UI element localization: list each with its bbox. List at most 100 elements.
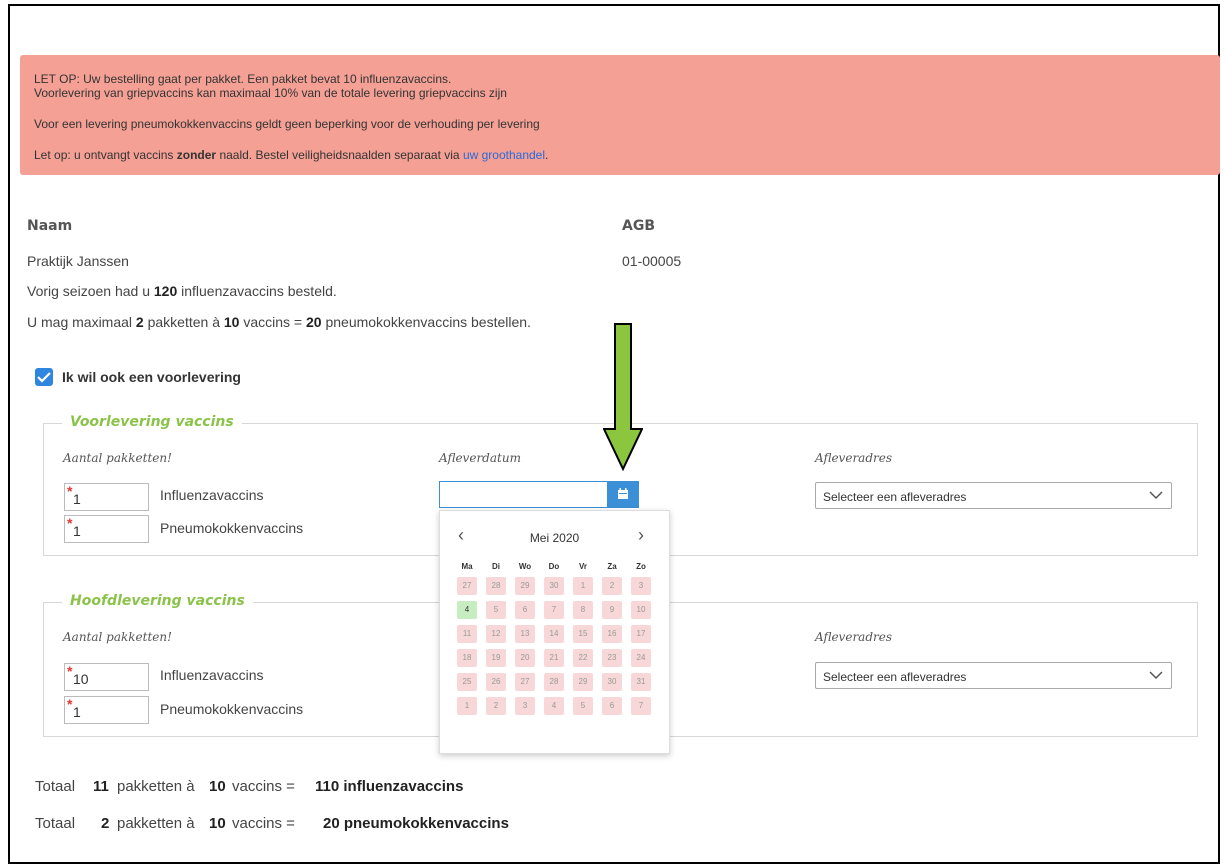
alert-bold-zonder: zonder — [176, 148, 217, 162]
calendar-day-disabled: 3 — [515, 697, 535, 715]
total-influenza-mid: pakketten à — [117, 778, 195, 795]
prev-post: influenzavaccins besteld. — [177, 283, 337, 299]
calendar-day-disabled: 23 — [602, 649, 622, 667]
calendar-day-disabled: 28 — [486, 577, 506, 595]
alert-line-4-text: Let op: u ontvangt vaccins — [34, 148, 177, 162]
alert-line-1: LET OP: Uw bestelling gaat per pakket. E… — [34, 72, 452, 86]
total-pneumo-eq: vaccins = — [232, 815, 295, 832]
calendar-day-disabled: 19 — [486, 649, 506, 667]
afleverdatum-input[interactable] — [439, 481, 639, 508]
weekday-header: Do — [548, 562, 560, 571]
total-pneumo-result-value: 20 pneumokokkenvaccins — [323, 815, 509, 832]
calendar-day-available[interactable]: 4 — [457, 601, 477, 619]
voorlevering-influenza-qty-input[interactable]: * 1 — [64, 483, 149, 511]
voorlevering-checkbox-label[interactable]: Ik wil ook een voorlevering — [62, 369, 241, 385]
previous-season-text: Vorig seizoen had u 120 influenzavaccins… — [27, 283, 337, 299]
alert-line-2: Voorlevering van griepvaccins kan maxima… — [34, 86, 507, 100]
required-asterisk-icon: * — [67, 696, 73, 712]
weekday-header: Vr — [578, 562, 587, 571]
hoofdlevering-influenza-label: Influenzavaccins — [160, 667, 264, 683]
calendar-day-disabled: 2 — [486, 697, 506, 715]
voorlevering-pneumo-label: Pneumokokkenvaccins — [160, 520, 304, 536]
calendar-day-disabled: 12 — [486, 625, 506, 643]
alert-line-4-end: . — [545, 148, 549, 162]
calendar-day-disabled: 14 — [544, 625, 564, 643]
calendar-button[interactable] — [607, 482, 638, 507]
next-month-button[interactable]: › — [638, 525, 644, 546]
hoofdlevering-adres-header: Afleveradres — [815, 630, 893, 644]
calendar-day-disabled: 6 — [515, 601, 535, 619]
calendar-day-disabled: 10 — [631, 601, 651, 619]
voorlevering-checkbox[interactable] — [35, 368, 53, 386]
calendar-day-disabled: 28 — [544, 673, 564, 691]
total-influenza-per-value: 10 — [209, 778, 226, 795]
max-mid2: vaccins = — [239, 314, 306, 330]
voorlevering-legend: Voorlevering vaccins — [62, 414, 242, 430]
calendar-day-disabled: 31 — [631, 673, 651, 691]
alert-line-4-mid: naald. Bestel veiligheidsnaalden separaa… — [216, 148, 463, 162]
calendar-day-disabled: 9 — [602, 601, 622, 619]
max-num3: 20 — [306, 314, 322, 330]
calendar-day-disabled: 30 — [544, 577, 564, 595]
max-num1: 2 — [135, 314, 144, 330]
calendar-day-disabled: 21 — [544, 649, 564, 667]
calendar-day-disabled: 8 — [573, 601, 593, 619]
hoofdlevering-influenza-qty-value: 10 — [73, 671, 89, 687]
calendar-day-disabled: 27 — [515, 673, 535, 691]
total-pneumo-per: 10 — [209, 815, 226, 832]
alert-line-4: Let op: u ontvangt vaccins zonder naald.… — [34, 148, 548, 162]
calendar-day-disabled: 7 — [544, 601, 564, 619]
required-asterisk-icon: * — [67, 483, 73, 499]
calendar-day-disabled: 26 — [486, 673, 506, 691]
calendar-day-disabled: 11 — [457, 625, 477, 643]
chevron-down-icon — [1149, 491, 1163, 500]
max-mid1: pakketten à — [143, 314, 224, 330]
naam-value: Praktijk Janssen — [27, 253, 129, 269]
calendar-icon — [618, 488, 628, 499]
calendar-day-disabled: 13 — [515, 625, 535, 643]
check-icon — [37, 372, 51, 383]
voorlevering-influenza-qty-value: 1 — [73, 491, 81, 507]
calendar-day-disabled: 4 — [544, 697, 564, 715]
total-pneumo-num-value: 2 — [101, 815, 110, 832]
voorlevering-adres-header: Afleveradres — [815, 451, 893, 465]
required-asterisk-icon: * — [67, 663, 73, 679]
total-influenza-result-value: 110 influenzavaccins — [315, 778, 464, 795]
hoofdlevering-aantal-header: Aantal pakketten! — [63, 630, 172, 644]
green-arrow-down-icon — [603, 323, 643, 471]
hoofdlevering-adres-select[interactable]: Selecteer een afleveradres — [815, 662, 1172, 689]
total-pneumo-num: 2 — [101, 815, 109, 832]
calendar-day-disabled: 15 — [573, 625, 593, 643]
total-influenza-num-value: 11 — [93, 778, 109, 795]
weekday-header: Za — [607, 562, 617, 571]
calendar-day-disabled: 20 — [515, 649, 535, 667]
hoofdlevering-pneumo-qty-input[interactable]: * 1 — [64, 696, 149, 724]
voorlevering-pneumo-qty-value: 1 — [73, 523, 81, 539]
total-pneumo-pre: Totaal — [35, 815, 76, 832]
groothandel-link[interactable]: uw groothandel — [463, 148, 545, 162]
hoofdlevering-influenza-qty-input[interactable]: * 10 — [64, 663, 149, 691]
total-pneumo-result: 20 pneumokokkenvaccins — [323, 815, 509, 832]
calendar-day-disabled: 29 — [515, 577, 535, 595]
calendar-day-disabled: 6 — [602, 697, 622, 715]
agb-value: 01-00005 — [622, 253, 682, 269]
calendar-day-disabled: 5 — [573, 697, 593, 715]
voorlevering-aantal-header: Aantal pakketten! — [63, 451, 172, 465]
voorlevering-adres-select[interactable]: Selecteer een afleveradres — [815, 482, 1172, 509]
calendar-day-disabled: 30 — [602, 673, 622, 691]
datepicker-popup: ‹ Mei 2020 › Ma Di Wo Do Vr Za Zo 27 28 29 30 1 2 3 4 5… — [439, 510, 670, 754]
voorlevering-pneumo-qty-input[interactable]: * 1 — [64, 515, 149, 543]
total-influenza-per: 10 — [209, 778, 226, 795]
max-order-text: U mag maximaal 2 pakketten à 10 vaccins … — [27, 314, 531, 330]
total-pneumo-mid: pakketten à — [117, 815, 195, 832]
total-influenza-result: 110 influenzavaccins — [315, 778, 463, 795]
calendar-day-disabled: 29 — [573, 673, 593, 691]
calendar-day-disabled: 3 — [631, 577, 651, 595]
max-num2: 10 — [223, 314, 240, 330]
agb-label: AGB — [622, 218, 655, 234]
prev-num: 120 — [153, 283, 178, 299]
datepicker-month-title[interactable]: Mei 2020 — [440, 531, 669, 545]
calendar-day-disabled: 5 — [486, 601, 506, 619]
notice-alert: LET OP: Uw bestelling gaat per pakket. E… — [20, 55, 1220, 175]
calendar-day-disabled: 25 — [457, 673, 477, 691]
